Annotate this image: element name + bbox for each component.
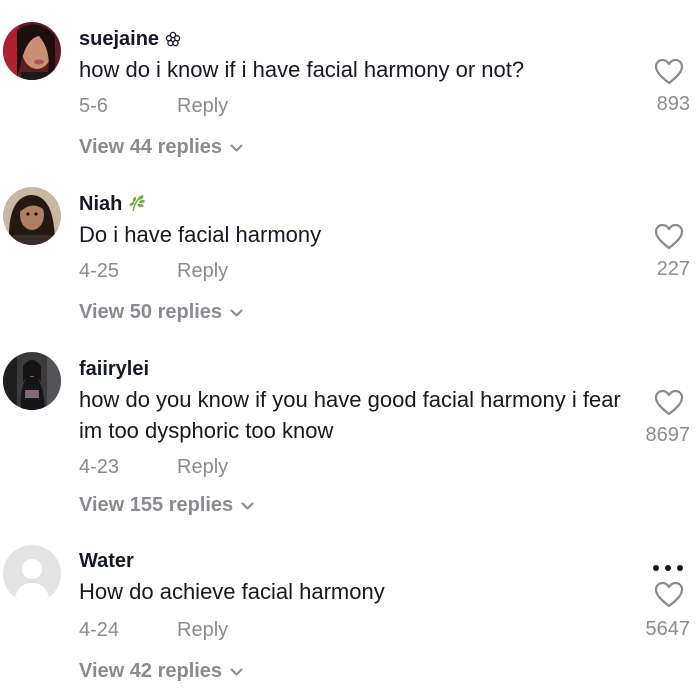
like-count: 227	[656, 258, 690, 280]
view-replies-button[interactable]: View 50 replies	[79, 300, 243, 324]
view-replies-button[interactable]: View 44 replies	[79, 135, 243, 159]
chevron-down-icon	[230, 659, 243, 682]
like-count: 8697	[645, 424, 691, 446]
username[interactable]: Water	[79, 550, 134, 573]
comment-date: 4-24	[79, 619, 120, 641]
more-options-icon[interactable]	[651, 560, 685, 571]
avatar[interactable]	[3, 22, 61, 80]
avatar[interactable]	[3, 352, 61, 410]
chevron-down-icon	[230, 135, 243, 158]
heart-icon[interactable]	[654, 223, 684, 251]
like-count: 893	[656, 93, 690, 115]
reply-button[interactable]: Reply	[177, 95, 228, 118]
username[interactable]: faiirylei	[79, 358, 149, 381]
leaf-icon	[128, 194, 146, 218]
reply-button[interactable]: Reply	[177, 260, 228, 283]
comment-text: how do you know if you have good facial …	[79, 387, 621, 443]
comment-date: 4-25	[79, 260, 120, 282]
comment-date: 4-23	[79, 456, 120, 478]
view-replies-button[interactable]: View 155 replies	[79, 493, 254, 517]
reply-button[interactable]: Reply	[177, 456, 228, 479]
avatar[interactable]	[3, 545, 61, 603]
heart-icon[interactable]	[654, 389, 684, 417]
avatar[interactable]	[3, 187, 61, 245]
chevron-down-icon	[230, 300, 243, 323]
comment-item: suejaine how do i know if i have facial …	[0, 0, 700, 165]
username[interactable]: suejaine	[79, 28, 181, 53]
comment-text: How do achieve facial harmony	[79, 579, 385, 604]
view-replies-button[interactable]: View 42 replies	[79, 659, 243, 683]
like-count: 5647	[645, 618, 691, 640]
heart-icon[interactable]	[654, 581, 684, 609]
comment-text: how do i know if i have facial harmony o…	[79, 57, 525, 82]
comment-text: Do i have facial harmony	[79, 222, 322, 247]
comment-date: 5-6	[79, 95, 108, 117]
flower-icon	[165, 30, 181, 53]
heart-icon[interactable]	[654, 58, 684, 86]
username[interactable]: Niah	[79, 193, 146, 218]
reply-button[interactable]: Reply	[177, 619, 228, 642]
chevron-down-icon	[241, 493, 254, 516]
